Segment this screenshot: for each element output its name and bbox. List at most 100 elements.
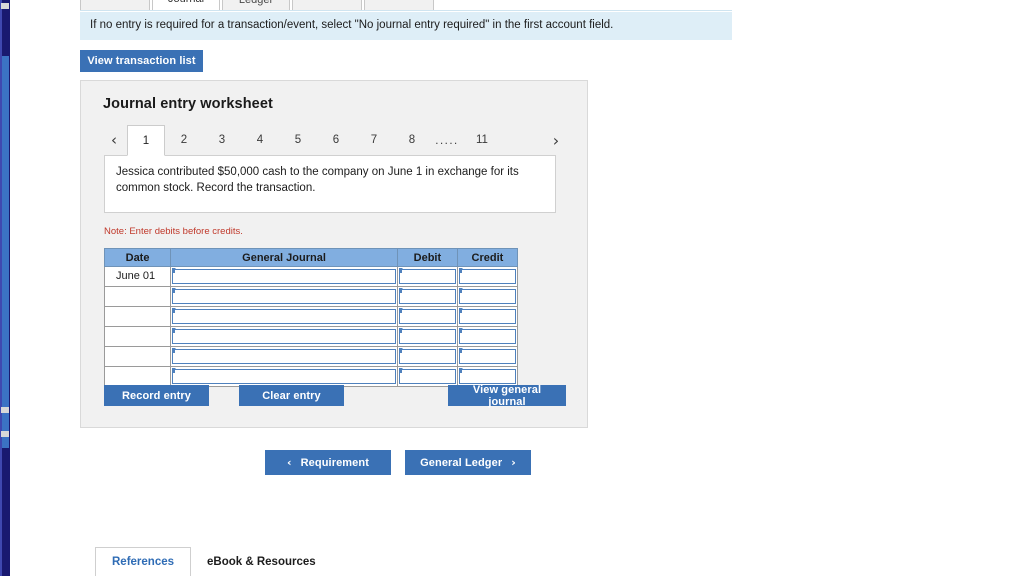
tab-references[interactable]: References	[95, 547, 192, 576]
credit-input-5[interactable]	[458, 349, 516, 364]
credit-input-3[interactable]	[458, 309, 516, 324]
debit-input-3[interactable]	[398, 309, 456, 324]
cell-debit-4[interactable]	[396, 326, 458, 347]
scrollbar-marker	[1, 431, 9, 437]
pager-page-1[interactable]: 1	[127, 125, 165, 156]
credit-input-6[interactable]	[458, 369, 516, 384]
cell-general-journal-5[interactable]	[170, 346, 398, 367]
info-banner: If no entry is required for a transactio…	[80, 12, 732, 40]
page-content: Journal Ledger If no entry is required f…	[12, 0, 1024, 576]
journal-entry-table: Date General Journal Debit Credit June 0…	[103, 248, 519, 387]
top-tab-strip: Journal Ledger	[80, 0, 452, 10]
cell-debit-1[interactable]	[396, 266, 458, 287]
tab-ebook-resources[interactable]: eBook & Resources	[191, 547, 332, 576]
chevron-left-icon[interactable]: ‹	[101, 125, 127, 155]
account-input-4[interactable]	[172, 329, 396, 344]
credit-input-2[interactable]	[458, 289, 516, 304]
debit-input-2[interactable]	[398, 289, 456, 304]
account-input-3[interactable]	[172, 309, 396, 324]
account-input-6[interactable]	[172, 369, 396, 384]
debit-input-6[interactable]	[398, 369, 456, 384]
cell-general-journal-1[interactable]	[170, 266, 398, 287]
pager-page-11-label: 11	[476, 134, 488, 146]
cell-date-6[interactable]	[105, 368, 170, 385]
pager-page-5[interactable]: 5	[279, 125, 317, 155]
cell-date-2[interactable]	[105, 288, 170, 305]
pager-next-glyph: ›	[552, 130, 560, 150]
dropdown-marker-icon	[398, 348, 403, 353]
pager-page-2[interactable]: 2	[165, 125, 203, 155]
tab-ledger[interactable]: Ledger	[222, 0, 290, 10]
credit-input-1[interactable]	[458, 269, 516, 284]
dropdown-marker-icon	[398, 328, 403, 333]
tab-journal[interactable]: Journal	[152, 0, 220, 10]
dropdown-marker-icon	[458, 308, 463, 313]
dropdown-marker-icon	[398, 368, 403, 373]
debit-input-5[interactable]	[398, 349, 456, 364]
cell-date-4[interactable]	[105, 328, 170, 345]
cell-credit-1[interactable]	[456, 266, 519, 287]
previous-requirement-label: Requirement	[300, 456, 369, 469]
cell-credit-5[interactable]	[456, 346, 519, 367]
next-general-ledger-button[interactable]: General Ledger ›	[405, 450, 531, 475]
column-header-date: Date	[103, 248, 172, 267]
tab-references-label: References	[112, 556, 175, 568]
cell-general-journal-6[interactable]	[170, 366, 398, 387]
cell-date-5[interactable]	[105, 348, 170, 365]
dropdown-marker-icon	[172, 328, 177, 333]
tab-blank-1[interactable]	[80, 0, 150, 10]
record-entry-button[interactable]: Record entry	[104, 385, 209, 406]
cell-general-journal-2[interactable]	[170, 286, 398, 307]
column-header-debit: Debit	[396, 248, 458, 267]
account-input-2[interactable]	[172, 289, 396, 304]
tab-blank-2[interactable]	[292, 0, 362, 10]
pager-page-6[interactable]: 6	[317, 125, 355, 155]
previous-requirement-button[interactable]: ‹ Requirement	[265, 450, 391, 475]
dropdown-marker-icon	[172, 348, 177, 353]
chevron-left-icon: ‹	[287, 456, 292, 469]
account-input-5[interactable]	[172, 349, 396, 364]
column-header-credit: Credit	[456, 248, 519, 267]
cell-date-1[interactable]: June 01	[105, 268, 170, 285]
dropdown-marker-icon	[458, 288, 463, 293]
worksheet-pager: ‹ 1 2 3 4 5 6 7 8 ..... 11 ›	[101, 125, 571, 156]
debit-input-4[interactable]	[398, 329, 456, 344]
scrollbar-thumb[interactable]	[2, 56, 9, 448]
pager-page-11[interactable]: 11	[463, 125, 501, 155]
tab-journal-label: Journal	[168, 0, 204, 5]
cell-debit-2[interactable]	[396, 286, 458, 307]
account-input-1[interactable]	[172, 269, 396, 284]
dropdown-marker-icon	[458, 368, 463, 373]
cell-credit-2[interactable]	[456, 286, 519, 307]
view-general-journal-button[interactable]: View general journal	[448, 384, 566, 408]
dropdown-marker-icon	[458, 268, 463, 273]
scrollbar-marker	[1, 407, 9, 413]
dropdown-marker-icon	[398, 268, 403, 273]
pager-page-3[interactable]: 3	[203, 125, 241, 155]
credit-input-4[interactable]	[458, 329, 516, 344]
pager-page-7-label: 7	[370, 134, 378, 146]
cell-general-journal-4[interactable]	[170, 326, 398, 347]
cell-debit-6[interactable]	[396, 366, 458, 387]
scrollbar-marker	[1, 3, 9, 9]
worksheet-title: Journal entry worksheet	[103, 96, 273, 112]
pager-page-4[interactable]: 4	[241, 125, 279, 155]
cell-debit-3[interactable]	[396, 306, 458, 327]
dropdown-marker-icon	[398, 308, 403, 313]
vertical-scrollbar[interactable]	[0, 0, 11, 576]
clear-entry-button[interactable]: Clear entry	[239, 385, 344, 406]
dropdown-marker-icon	[458, 328, 463, 333]
cell-credit-3[interactable]	[456, 306, 519, 327]
pager-page-8[interactable]: 8	[393, 125, 431, 155]
debit-input-1[interactable]	[398, 269, 456, 284]
pager-page-7[interactable]: 7	[355, 125, 393, 155]
chevron-right-icon[interactable]: ›	[541, 125, 571, 155]
view-transaction-list-button[interactable]: View transaction list	[80, 50, 203, 72]
cell-general-journal-3[interactable]	[170, 306, 398, 327]
tab-blank-3[interactable]	[364, 0, 434, 10]
cell-date-3[interactable]	[105, 308, 170, 325]
table-row	[103, 306, 519, 327]
table-row	[103, 326, 519, 347]
cell-credit-4[interactable]	[456, 326, 519, 347]
cell-debit-5[interactable]	[396, 346, 458, 367]
